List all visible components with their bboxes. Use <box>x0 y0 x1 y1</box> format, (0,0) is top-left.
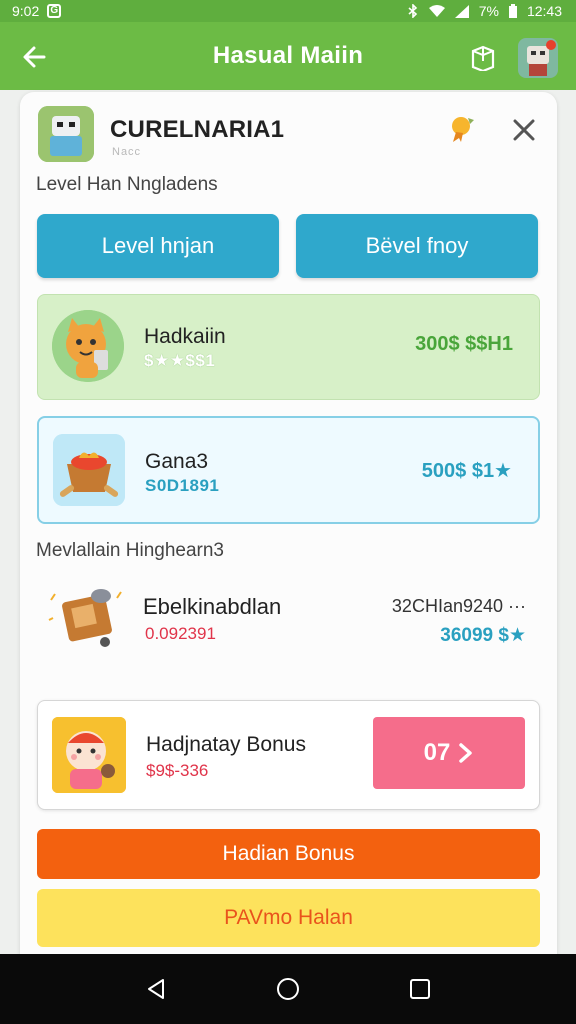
list-item-title: Ebelkinabdlan <box>143 594 282 619</box>
list-item-price: 36099 $★ <box>440 625 526 646</box>
signal-icon <box>454 4 469 18</box>
list-item-extra: 32CHIan9240 ··· <box>391 596 526 616</box>
system-nav-bar <box>0 954 576 1024</box>
notification-dot <box>546 40 556 50</box>
robot-profile-icon <box>38 106 94 162</box>
offer-title: Hadkaiin <box>144 325 226 348</box>
status-battery-text: 7% <box>478 3 499 19</box>
main-card: CURELNARIA1 Nacc Level Han Nngladens Lev… <box>20 92 557 972</box>
bluetooth-icon <box>408 4 417 18</box>
bonus-claim-button[interactable]: 07 <box>373 717 525 789</box>
nav-back-button[interactable] <box>131 964 181 1014</box>
status-time-left: 9:02 <box>12 3 40 19</box>
profile-icon <box>38 106 94 162</box>
app-bar: Hasual Maiin <box>0 22 576 90</box>
level-left-button[interactable]: Level hnjan <box>37 214 279 278</box>
treasure-basket-icon <box>53 434 125 506</box>
pavmo-halan-button[interactable]: PAVmo Halan <box>37 889 540 947</box>
share-button[interactable] <box>466 38 500 74</box>
g-icon: G <box>47 4 62 18</box>
chevron-right-icon <box>459 743 473 763</box>
recents-square-icon <box>410 979 430 999</box>
offer-subtitle: S0D1891 <box>145 476 220 495</box>
battery-icon <box>508 4 517 18</box>
home-circle-icon <box>277 978 299 1000</box>
profile-name: CURELNARIA1 <box>110 116 285 143</box>
nav-recents-button[interactable] <box>395 964 445 1014</box>
offer-price: 500$ $1★ <box>421 460 512 482</box>
offer-card-1[interactable]: Hadkaiin $★★$$1 300$ $$H1 <box>37 294 540 400</box>
ribbon-badge-icon <box>452 117 474 142</box>
status-left: 9:02 G <box>12 3 62 19</box>
bonus-card: Hadjnatay Bonus $9$-336 07 <box>37 700 540 810</box>
profile-subtitle: Nacc <box>112 146 142 158</box>
character-bonus-icon <box>52 717 126 793</box>
scroll-chest-icon <box>48 589 122 647</box>
offer-price: 300$ $$H1 <box>415 333 513 355</box>
bonus-button-label: 07 <box>423 739 451 766</box>
bonus-subtitle: $9$-336 <box>146 761 209 780</box>
back-triangle-icon <box>148 979 164 999</box>
level-right-button[interactable]: Bëvel fnoy <box>296 214 538 278</box>
bonus-title: Hadjnatay Bonus <box>146 733 306 756</box>
offer-card-2[interactable]: Gana3 S0D1891 500$ $1★ <box>37 416 540 524</box>
section-label-level: Level Han Nngladens <box>36 174 218 195</box>
status-right: 7% 12:43 <box>407 3 562 19</box>
list-item-subtitle: 0.092391 <box>145 624 216 643</box>
close-icon <box>513 119 535 141</box>
list-item[interactable]: Ebelkinabdlan 0.092391 32CHIan9240 ··· 3… <box>37 572 540 672</box>
hadian-bonus-button[interactable]: Hadian Bonus <box>37 829 540 879</box>
nav-home-button[interactable] <box>263 964 313 1014</box>
status-bar: 9:02 G 7% 12:43 <box>0 0 576 22</box>
avatar[interactable] <box>518 38 558 78</box>
status-time-right: 12:43 <box>526 3 562 19</box>
share-icon <box>471 45 495 71</box>
offer-subtitle: $★★$$1 <box>144 351 216 370</box>
offer-title: Gana3 <box>145 450 209 473</box>
section-label-items: Mevlallain Hinghearn3 <box>36 540 224 561</box>
cat-mascot-icon <box>52 310 124 382</box>
close-button[interactable] <box>508 114 540 146</box>
wifi-icon <box>428 4 445 17</box>
